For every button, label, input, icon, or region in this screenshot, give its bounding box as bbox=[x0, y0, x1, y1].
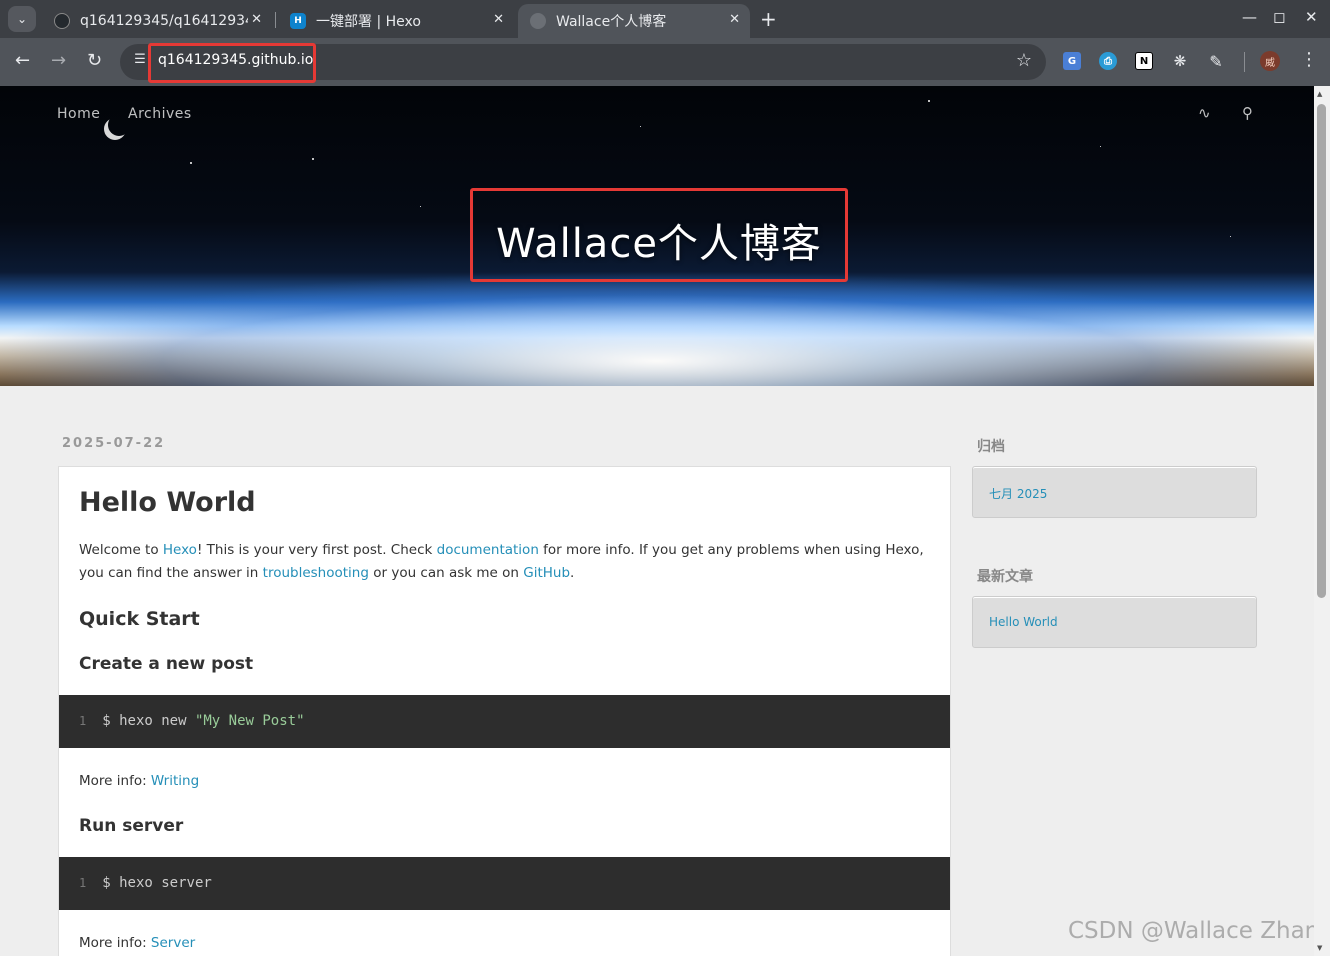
address-bar[interactable]: ☰ q164129345.github.io ☆ bbox=[120, 43, 1046, 83]
tab-wallace-blog[interactable]: Wallace个人博客 ✕ bbox=[518, 4, 750, 38]
code-string: "My New Post" bbox=[194, 713, 305, 729]
minimize-icon[interactable]: — bbox=[1242, 8, 1257, 26]
tab-label: Wallace个人博客 bbox=[556, 14, 667, 30]
new-tab-button[interactable]: + bbox=[760, 8, 777, 30]
server-link[interactable]: Server bbox=[151, 935, 195, 951]
page-scrollbar[interactable]: ▲ ▼ bbox=[1314, 86, 1330, 956]
troubleshooting-link[interactable]: troubleshooting bbox=[263, 565, 369, 581]
toolbar-divider bbox=[1244, 52, 1245, 72]
more-info-label: More info: bbox=[79, 935, 151, 951]
line-number: 1 bbox=[79, 714, 87, 728]
code-command: $ hexo new bbox=[102, 713, 195, 729]
recent-posts-widget-title: 最新文章 bbox=[977, 569, 1033, 585]
tab-strip: ⌄ q164129345/q164129345 ✕ H 一键部署 | Hexo … bbox=[0, 0, 1330, 38]
intro-text: ! This is your very first post. Check bbox=[196, 542, 437, 558]
archive-july-2025-link[interactable]: 七月 2025 bbox=[989, 485, 1047, 502]
post-article: Hello World Welcome to Hexo! This is you… bbox=[58, 466, 951, 956]
hexo-link[interactable]: Hexo bbox=[163, 542, 197, 558]
page-viewport: Home Archives ∿ ⚲ Wallace个人博客 2025-07-22… bbox=[0, 86, 1314, 956]
globe-icon bbox=[530, 13, 546, 29]
back-icon[interactable]: ← bbox=[15, 50, 30, 72]
scroll-down-icon[interactable]: ▼ bbox=[1317, 944, 1322, 952]
create-post-heading: Create a new post bbox=[79, 654, 254, 674]
recent-post-hello-world-link[interactable]: Hello World bbox=[989, 615, 1058, 629]
url-text[interactable]: q164129345.github.io bbox=[158, 52, 313, 68]
chevron-down-icon: ⌄ bbox=[16, 12, 28, 26]
star-decoration bbox=[1230, 236, 1231, 237]
more-info-writing: More info: Writing bbox=[79, 770, 929, 793]
star-decoration bbox=[928, 100, 930, 102]
archive-widget-title: 归档 bbox=[977, 439, 1005, 455]
recent-posts-widget: Hello World bbox=[972, 596, 1257, 648]
rss-icon[interactable]: ∿ bbox=[1198, 104, 1211, 122]
code-command: $ hexo server bbox=[102, 875, 212, 891]
github-icon bbox=[54, 13, 70, 29]
reload-icon[interactable]: ↻ bbox=[87, 50, 102, 72]
documentation-link[interactable]: documentation bbox=[437, 542, 539, 558]
title-highlight-box: Wallace个人博客 bbox=[470, 188, 848, 282]
star-decoration bbox=[420, 206, 421, 207]
more-info-label: More info: bbox=[79, 773, 151, 789]
csdn-watermark: CSDN @Wallace Zhang bbox=[1068, 918, 1314, 944]
intro-text: or you can ask me on bbox=[368, 565, 524, 581]
quick-start-heading: Quick Start bbox=[79, 608, 200, 630]
site-banner: Home Archives ∿ ⚲ Wallace个人博客 bbox=[0, 86, 1314, 386]
post-date[interactable]: 2025-07-22 bbox=[62, 436, 165, 451]
close-window-icon[interactable]: ✕ bbox=[1305, 8, 1318, 26]
openai-extension-icon[interactable]: ❋ bbox=[1171, 52, 1189, 70]
translate-extension-icon[interactable]: G bbox=[1063, 52, 1081, 70]
line-number: 1 bbox=[79, 876, 87, 890]
intro-text: Welcome to bbox=[79, 542, 163, 558]
writing-link[interactable]: Writing bbox=[151, 773, 199, 789]
scrollbar-thumb[interactable] bbox=[1317, 104, 1326, 598]
scroll-up-icon[interactable]: ▲ bbox=[1317, 90, 1322, 98]
search-icon[interactable]: ⚲ bbox=[1242, 104, 1253, 122]
intro-text: . bbox=[570, 565, 575, 581]
more-menu-icon[interactable]: ⋮ bbox=[1300, 49, 1318, 70]
more-info-server: More info: Server bbox=[79, 932, 929, 955]
forward-icon[interactable]: → bbox=[51, 50, 66, 72]
extensions-puzzle-icon[interactable]: ✎ bbox=[1207, 52, 1225, 71]
printer-extension-icon[interactable]: ⎙ bbox=[1099, 52, 1117, 70]
tab-label: q164129345/q164129345 bbox=[80, 13, 248, 29]
code-block-server[interactable]: 1 $ hexo server bbox=[59, 857, 950, 910]
notion-extension-icon[interactable]: N bbox=[1135, 52, 1153, 70]
post-intro: Welcome to Hexo! This is your very first… bbox=[79, 539, 929, 585]
star-decoration bbox=[1100, 146, 1101, 147]
code-block-new-post[interactable]: 1 $ hexo new "My New Post" bbox=[59, 695, 950, 748]
github-link[interactable]: GitHub bbox=[523, 565, 570, 581]
tab-label: 一键部署 | Hexo bbox=[316, 14, 421, 30]
site-title[interactable]: Wallace个人博客 bbox=[473, 211, 845, 269]
close-tab-icon[interactable]: ✕ bbox=[251, 12, 262, 27]
star-decoration bbox=[640, 126, 641, 127]
site-info-icon[interactable]: ☰ bbox=[130, 52, 150, 72]
post-title[interactable]: Hello World bbox=[79, 487, 256, 518]
code-line: 1 $ hexo server bbox=[79, 875, 212, 891]
run-server-heading: Run server bbox=[79, 816, 184, 836]
close-tab-icon[interactable]: ✕ bbox=[729, 12, 740, 27]
nav-archives-link[interactable]: Archives bbox=[128, 106, 192, 122]
bookmark-star-icon[interactable]: ☆ bbox=[1016, 50, 1032, 71]
star-decoration bbox=[190, 162, 192, 164]
profile-avatar[interactable]: 威 bbox=[1260, 51, 1280, 71]
maximize-icon[interactable]: ◻ bbox=[1273, 8, 1285, 26]
tab-divider bbox=[275, 12, 276, 28]
archive-widget: 七月 2025 bbox=[972, 466, 1257, 518]
star-decoration bbox=[312, 158, 314, 160]
code-line: 1 $ hexo new "My New Post" bbox=[79, 713, 305, 729]
hexo-icon: H bbox=[290, 13, 306, 29]
tab-hexo[interactable]: H 一键部署 | Hexo ✕ bbox=[278, 4, 514, 38]
tab-search-button[interactable]: ⌄ bbox=[8, 6, 36, 32]
browser-toolbar: ← → ↻ ☰ q164129345.github.io ☆ G ⎙ N ❋ ✎… bbox=[0, 38, 1330, 86]
tab-github[interactable]: q164129345/q164129345 ✕ bbox=[42, 4, 272, 38]
close-tab-icon[interactable]: ✕ bbox=[493, 12, 504, 27]
nav-home-link[interactable]: Home bbox=[57, 106, 100, 122]
moon-decoration bbox=[108, 114, 130, 136]
